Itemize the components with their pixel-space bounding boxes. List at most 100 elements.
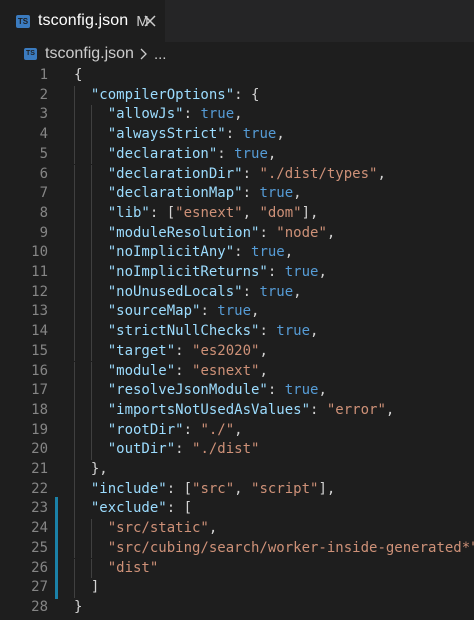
- code-text: "lib": ["esnext", "dom"],: [108, 204, 319, 224]
- indent-guide: [74, 282, 75, 303]
- code-token: :: [225, 126, 243, 143]
- code-line[interactable]: 21},: [0, 460, 474, 480]
- code-line[interactable]: 26 "dist": [0, 558, 474, 579]
- code-line[interactable]: 3 "allowJs": true,: [0, 105, 474, 126]
- code-token: true: [259, 185, 294, 202]
- line-number: 5: [39, 145, 48, 162]
- code-token: "noImplicitReturns": [107, 264, 268, 280]
- code-token: :: [242, 283, 260, 300]
- code-token: },: [90, 461, 108, 477]
- code-token: ,: [267, 145, 277, 162]
- code-line[interactable]: 13 "sourceMap": true,: [0, 302, 474, 323]
- indent-guide: [74, 223, 75, 244]
- code-text: "target": "es2020",: [108, 342, 268, 362]
- code-token: :: [259, 224, 277, 241]
- code-token: :: [259, 323, 277, 340]
- code-line[interactable]: 20 "outDir": "./dist": [0, 440, 474, 460]
- close-icon[interactable]: [140, 11, 160, 31]
- tab-bar: TS tsconfig.json M: [0, 0, 474, 42]
- code-token: ],: [301, 204, 319, 221]
- code-token: : {: [234, 86, 260, 103]
- code-line[interactable]: 10 "noImplicitAny": true,: [0, 243, 474, 263]
- code-line[interactable]: 18 "importsNotUsedAsValues": "error",: [0, 400, 474, 421]
- line-number: 13: [31, 303, 48, 320]
- indent-guide: [74, 125, 75, 145]
- code-line[interactable]: 28}: [0, 598, 474, 618]
- code-line[interactable]: 2 "compilerOptions": {: [0, 85, 474, 106]
- code-line[interactable]: 12 "noUnusedLocals": true,: [0, 282, 474, 303]
- breadcrumb-file[interactable]: tsconfig.json: [45, 45, 134, 63]
- code-text: "noImplicitReturns": true,: [108, 263, 327, 283]
- code-token: ,: [293, 283, 302, 300]
- code-token: "src/static": [107, 520, 209, 537]
- code-line[interactable]: 15 "target": "es2020",: [0, 341, 474, 362]
- code-line[interactable]: 19 "rootDir": "./",: [0, 420, 474, 441]
- code-line[interactable]: 7 "declarationMap": true,: [0, 184, 474, 204]
- code-line[interactable]: 4 "alwaysStrict": true,: [0, 125, 474, 145]
- code-editor[interactable]: 1{2 "compilerOptions": {3 "allowJs": true,…: [0, 66, 474, 620]
- code-token: :: [175, 441, 193, 458]
- code-line[interactable]: 8 "lib": ["esnext", "dom"],: [0, 203, 474, 224]
- code-line[interactable]: 6 "declarationDir": "./dist/types",: [0, 164, 474, 185]
- code-token: ,: [208, 520, 218, 537]
- code-text: }: [74, 598, 82, 618]
- code-token: true: [234, 145, 268, 162]
- code-token: "error": [326, 401, 386, 418]
- code-token: ,: [293, 185, 302, 202]
- code-text: "module": "esnext",: [108, 362, 268, 382]
- code-token: ,: [284, 244, 294, 261]
- indent-guide: [74, 164, 75, 185]
- code-token: "noImplicitAny": [107, 244, 235, 261]
- line-number: 22: [31, 480, 48, 497]
- line-number: 24: [31, 520, 48, 537]
- code-line[interactable]: 24 "src/static",: [0, 519, 474, 539]
- code-token: :: [200, 303, 218, 320]
- code-token: ,: [310, 323, 319, 340]
- code-token: ,: [234, 421, 243, 438]
- code-line[interactable]: 16 "module": "esnext",: [0, 361, 474, 382]
- line-number: 11: [31, 264, 48, 280]
- code-token: :: [175, 342, 193, 359]
- indent-guide: [74, 440, 75, 460]
- code-line[interactable]: 1{: [0, 66, 474, 86]
- code-text: "declarationDir": "./dist/types",: [108, 165, 386, 185]
- code-line[interactable]: 17 "resolveJsonModule": true,: [0, 381, 474, 401]
- code-line[interactable]: 27]: [0, 578, 474, 598]
- code-token: "declaration": [107, 145, 218, 162]
- code-line[interactable]: 23 "exclude": [: [0, 499, 474, 520]
- code-line[interactable]: 5 "declaration": true,: [0, 144, 474, 165]
- typescript-file-icon: TS: [16, 14, 30, 28]
- breadcrumb-more[interactable]: ...: [154, 46, 167, 63]
- code-line[interactable]: 25 "src/cubing/search/worker-inside-gener…: [0, 538, 474, 559]
- indent-guide: [90, 519, 92, 539]
- code-token: true: [284, 382, 319, 399]
- code-token: "./": [200, 421, 235, 438]
- indent-guide: [90, 105, 92, 126]
- line-number: 1: [39, 67, 48, 83]
- line-number: 25: [31, 539, 48, 556]
- indent-guide: [90, 361, 92, 382]
- code-text: "exclude": [: [91, 499, 192, 519]
- code-token: "allowJs": [107, 106, 184, 123]
- code-token: "declarationMap": [107, 185, 243, 202]
- tab-tsconfig[interactable]: TS tsconfig.json M: [0, 0, 165, 42]
- code-line[interactable]: 14 "strictNullChecks": true,: [0, 322, 474, 342]
- line-number: 3: [39, 106, 48, 123]
- code-text: "declarationMap": true,: [108, 184, 302, 204]
- code-token: : [: [166, 480, 193, 497]
- code-token: "rootDir": [107, 421, 184, 438]
- indent-guide: [90, 420, 92, 441]
- code-token: ,: [326, 224, 336, 241]
- code-token: :: [175, 362, 193, 379]
- code-line[interactable]: 9 "moduleResolution": "node",: [0, 223, 474, 244]
- code-line[interactable]: 22 "include": ["src", "script"],: [0, 479, 474, 500]
- code-text: "outDir": "./dist": [108, 440, 260, 460]
- indent-guide: [90, 302, 92, 323]
- code-line[interactable]: 11 "noImplicitReturns": true,: [0, 263, 474, 283]
- code-text: "src/static",: [108, 519, 218, 539]
- indent-guide: [90, 184, 92, 204]
- code-text: "resolveJsonModule": true,: [108, 381, 327, 401]
- code-token: ,: [318, 264, 327, 280]
- code-token: ],: [318, 480, 336, 497]
- indent-guide: [74, 538, 75, 559]
